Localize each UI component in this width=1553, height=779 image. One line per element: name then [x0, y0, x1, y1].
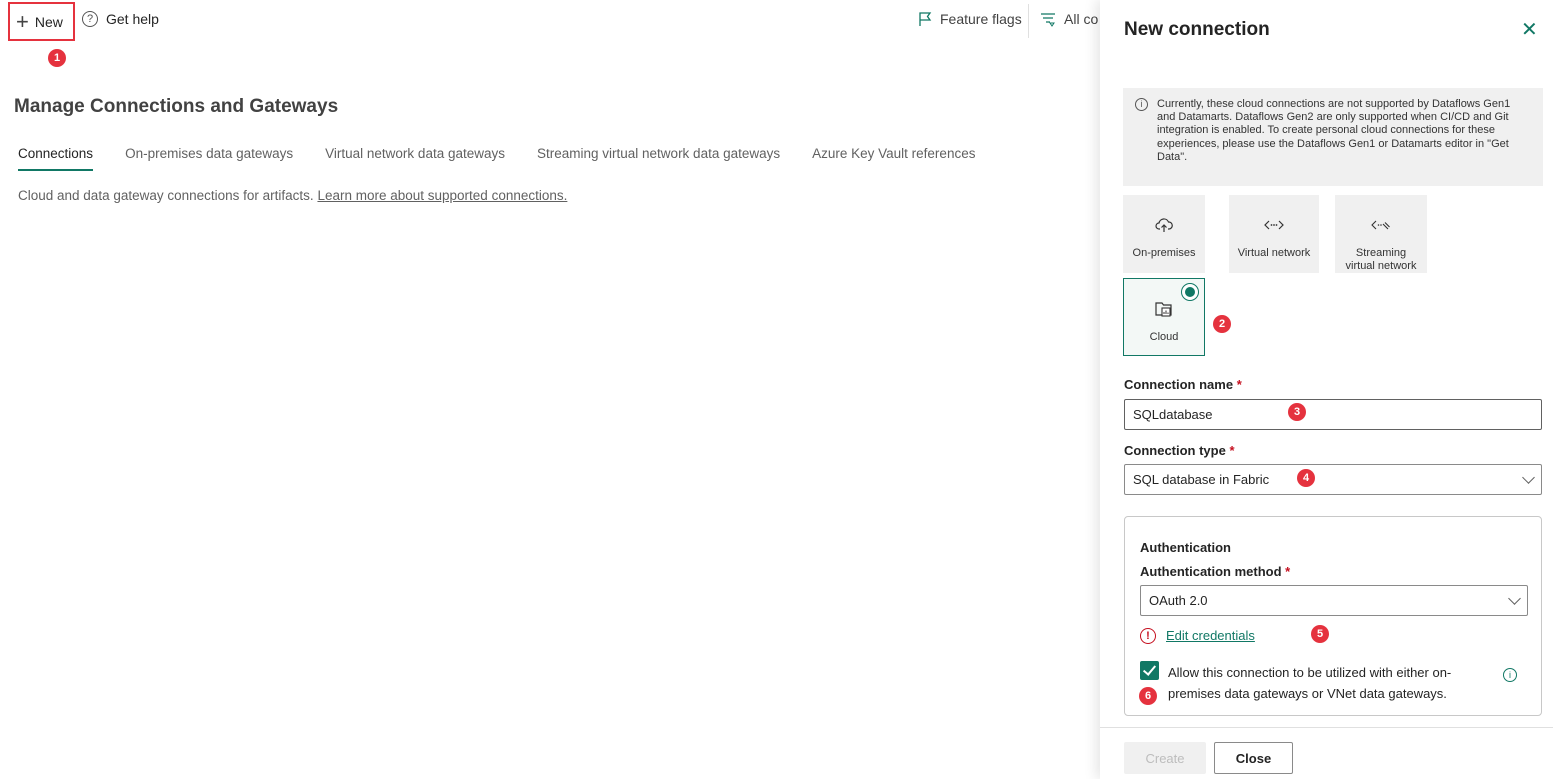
error-icon: !: [1140, 628, 1156, 644]
close-icon[interactable]: ✕: [1521, 20, 1538, 40]
toolbar-divider: [1028, 4, 1029, 38]
description-text: Cloud and data gateway connections for a…: [18, 188, 314, 203]
connection-type-value: SQL database in Fabric: [1133, 472, 1270, 487]
connection-name-label: Connection name *: [1124, 377, 1242, 392]
virtual-network-icon: [1264, 220, 1284, 230]
learn-more-link[interactable]: Learn more about supported connections.: [317, 188, 567, 203]
authentication-method-dropdown[interactable]: OAuth 2.0: [1140, 585, 1528, 616]
new-connection-panel: New connection ✕ i Currently, these clou…: [1100, 0, 1553, 779]
step-marker-5: 5: [1311, 625, 1329, 643]
required-mark: *: [1229, 443, 1235, 458]
command-bar: + New ? Get help Feature flags All co: [0, 0, 1100, 42]
authentication-method-value: OAuth 2.0: [1149, 593, 1208, 608]
authentication-heading: Authentication: [1140, 540, 1231, 555]
chevron-down-icon: [1522, 471, 1535, 484]
connection-name-input[interactable]: [1124, 399, 1542, 430]
selected-radio-icon: [1181, 283, 1199, 301]
filter-icon: [1041, 13, 1055, 27]
tile-label: Cloud: [1149, 331, 1179, 343]
panel-title: New connection: [1124, 19, 1270, 40]
step-marker-3: 3: [1288, 403, 1306, 421]
step-marker-1: 1: [48, 49, 66, 67]
connection-name-label-text: Connection name: [1124, 377, 1234, 392]
tile-virtual-network[interactable]: Virtual network: [1229, 195, 1319, 273]
tile-label: On-premises: [1132, 247, 1196, 259]
feature-flags-button[interactable]: Feature flags: [918, 11, 1022, 27]
cloud-upload-icon: [1155, 218, 1173, 232]
step-marker-2: 2: [1213, 315, 1231, 333]
new-button[interactable]: + New: [8, 2, 75, 41]
authentication-method-label: Authentication method *: [1140, 564, 1290, 579]
flag-icon: [919, 12, 932, 26]
get-help-button[interactable]: ? Get help: [82, 11, 159, 27]
authentication-method-label-text: Authentication method: [1140, 564, 1282, 579]
edit-credentials-link[interactable]: Edit credentials: [1166, 628, 1255, 643]
connection-type-label-text: Connection type: [1124, 443, 1226, 458]
tile-on-premises[interactable]: On-premises: [1123, 195, 1205, 273]
step-marker-4: 4: [1297, 469, 1315, 487]
info-icon: i: [1135, 98, 1148, 111]
tab-connections[interactable]: Connections: [18, 146, 94, 171]
get-help-label: Get help: [106, 11, 159, 27]
close-button[interactable]: Close: [1214, 742, 1293, 774]
feature-flags-label: Feature flags: [940, 11, 1022, 27]
filter-label: All co: [1064, 11, 1099, 27]
info-message: i Currently, these cloud connections are…: [1123, 88, 1543, 186]
tab-azure-key-vault-references[interactable]: Azure Key Vault references: [812, 146, 975, 171]
streaming-network-icon: [1371, 220, 1390, 230]
cloud-datasource-icon: [1155, 302, 1172, 317]
panel-footer: Create Close: [1100, 727, 1553, 779]
chevron-down-icon: [1508, 592, 1521, 605]
page-title: Manage Connections and Gateways: [14, 96, 339, 117]
tile-cloud[interactable]: Cloud: [1123, 278, 1205, 356]
info-message-text: Currently, these cloud connections are n…: [1157, 98, 1511, 163]
create-button[interactable]: Create: [1124, 742, 1206, 774]
required-mark: *: [1285, 564, 1291, 579]
required-mark: *: [1236, 377, 1242, 392]
connection-type-label: Connection type *: [1124, 443, 1235, 458]
info-icon[interactable]: i: [1503, 668, 1517, 682]
step-marker-6: 6: [1139, 687, 1157, 705]
tab-list: Connections On-premises data gateways Vi…: [18, 146, 1007, 171]
new-button-label: New: [34, 13, 63, 30]
help-icon: ?: [82, 11, 98, 27]
tile-label: Virtual network: [1237, 247, 1311, 259]
tab-on-premises-gateways[interactable]: On-premises data gateways: [125, 146, 293, 171]
page-description: Cloud and data gateway connections for a…: [18, 188, 567, 203]
allow-gateway-checkbox[interactable]: [1140, 661, 1159, 680]
plus-icon: +: [16, 8, 29, 34]
authentication-section: Authentication Authentication method * O…: [1124, 516, 1542, 716]
tile-streaming-virtual-network[interactable]: Streaming virtual network: [1335, 195, 1427, 273]
tile-label: Streaming virtual network: [1345, 247, 1417, 272]
allow-gateway-label: Allow this connection to be utilized wit…: [1168, 665, 1452, 701]
tab-streaming-virtual-network-gateways[interactable]: Streaming virtual network data gateways: [537, 146, 780, 171]
filter-button[interactable]: All co: [1040, 11, 1098, 27]
tab-virtual-network-gateways[interactable]: Virtual network data gateways: [325, 146, 505, 171]
connection-type-dropdown[interactable]: SQL database in Fabric: [1124, 464, 1542, 495]
